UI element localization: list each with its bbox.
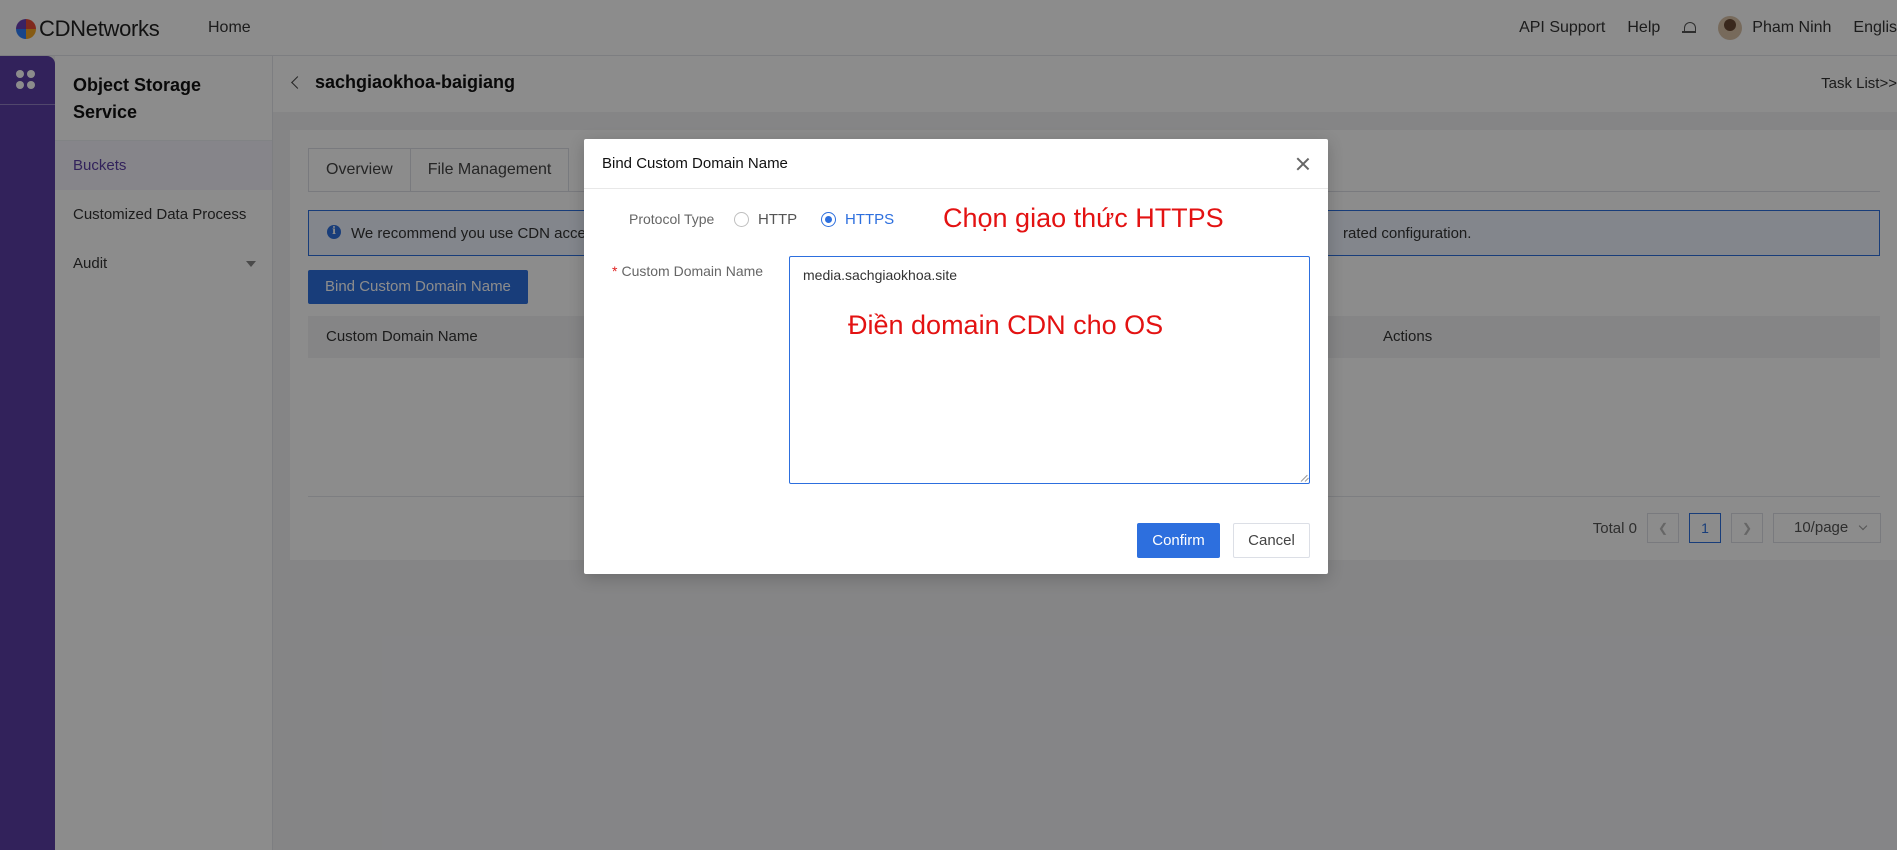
radio-https[interactable]: HTTPS [821, 211, 894, 228]
custom-domain-textarea[interactable]: media.sachgiaokhoa.site [789, 256, 1310, 484]
annotation-domain-note: Điền domain CDN cho OS [848, 310, 1164, 340]
confirm-button[interactable]: Confirm [1137, 523, 1220, 558]
radio-http[interactable]: HTTP [734, 211, 797, 228]
radio-http-label: HTTP [758, 211, 798, 228]
dialog-title: Bind Custom Domain Name [602, 155, 788, 172]
radio-circle-selected [821, 212, 836, 227]
radio-https-label: HTTPS [845, 211, 895, 228]
required-asterisk: * [612, 263, 618, 279]
close-icon[interactable] [1296, 157, 1310, 171]
annotation-protocol-note: Chọn giao thức HTTPS [943, 203, 1224, 233]
dialog-header: Bind Custom Domain Name [584, 139, 1328, 189]
bind-domain-dialog: Bind Custom Domain Name Protocol Type HT… [584, 139, 1328, 574]
custom-domain-name-label: * Custom Domain Name [612, 263, 763, 279]
radio-circle [734, 212, 749, 227]
cancel-button[interactable]: Cancel [1233, 523, 1310, 558]
textarea-resize-handle[interactable] [1301, 474, 1309, 482]
custom-domain-name-label-text: Custom Domain Name [621, 263, 764, 279]
protocol-type-label: Protocol Type [629, 211, 715, 227]
